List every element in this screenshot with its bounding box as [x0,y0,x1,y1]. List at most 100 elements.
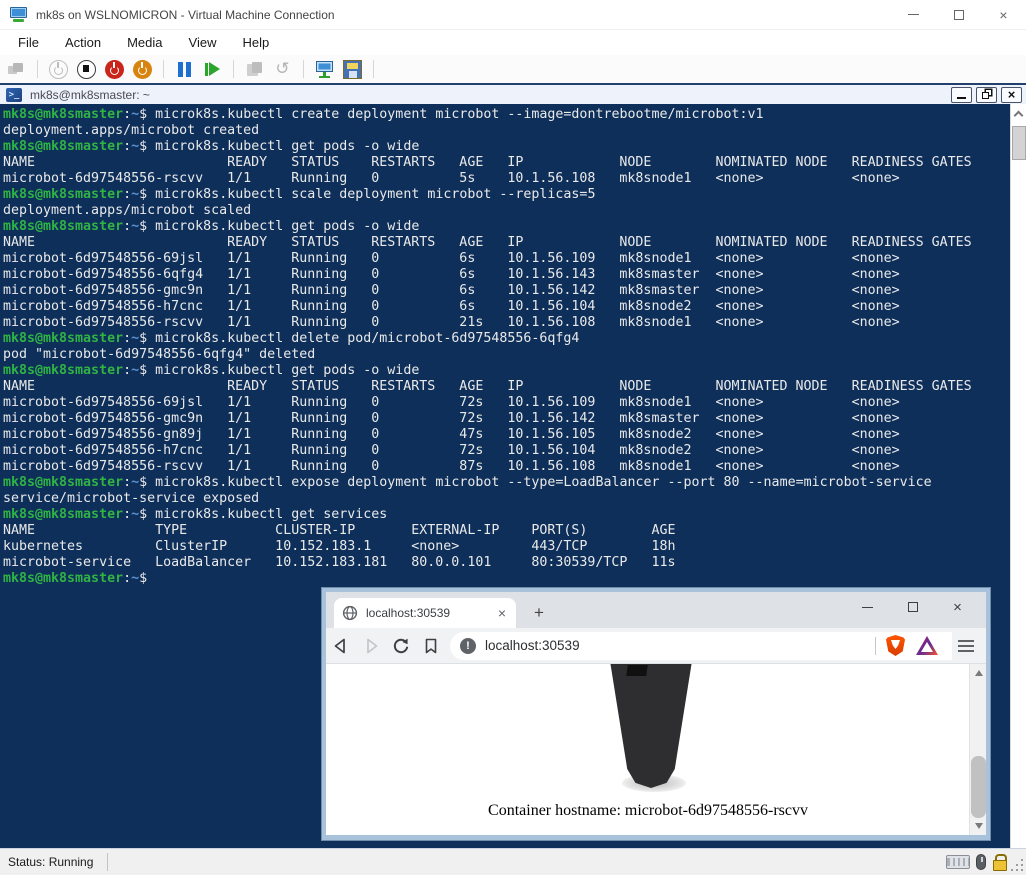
share-icon[interactable] [343,60,362,79]
reset-icon[interactable] [203,60,222,79]
status-text: Status: Running [8,855,93,869]
page-scrollbar-thumb[interactable] [971,756,986,818]
window-title: mk8s on WSLNOMICRON - Virtual Machine Co… [36,8,335,22]
terminal-restore-button[interactable] [976,87,997,103]
browser-page: Container hostname: microbot-6d97548556-… [326,664,986,835]
maximize-icon [954,10,964,20]
revert-checkpoint-icon[interactable]: ↺ [273,60,292,79]
close-icon: × [999,8,1007,22]
scroll-down-icon[interactable] [975,823,983,829]
terminal-line-output: microbot-6d97548556-h7cnc 1/1 Running 0 … [3,299,1008,315]
save-state-icon[interactable] [133,60,152,79]
pause-icon[interactable] [175,60,194,79]
window-close-button[interactable]: × [981,0,1026,29]
terminal-line-output: microbot-6d97548556-h7cnc 1/1 Running 0 … [3,443,1008,459]
vm-window-titlebar: mk8s on WSLNOMICRON - Virtual Machine Co… [0,0,1026,30]
start-vm-icon[interactable] [49,60,68,79]
vm-statusbar: Status: Running [0,848,1026,875]
terminal-line-output: microbot-6d97548556-rscvv 1/1 Running 0 … [3,171,1008,187]
bookmark-button[interactable] [416,637,446,655]
terminal-window-title: mk8s@mk8smaster: ~ [30,88,150,102]
terminal-line-output: microbot-6d97548556-69jsl 1/1 Running 0 … [3,395,1008,411]
minimize-icon [862,607,873,608]
terminal-line-command: mk8s@mk8smaster:~$ microk8s.kubectl crea… [3,107,1008,123]
address-divider [875,637,876,655]
terminal-line-output: kubernetes ClusterIP 10.152.183.1 <none>… [3,539,1008,555]
back-button[interactable] [326,636,356,656]
toolbar-separator [373,60,374,78]
bookmark-icon [422,637,440,655]
minimize-icon [908,14,919,15]
menu-action[interactable]: Action [52,32,114,53]
terminal-line-output: NAME READY STATUS RESTARTS AGE IP NODE N… [3,155,1008,171]
shut-down-icon[interactable] [105,60,124,79]
enhanced-session-icon[interactable] [315,60,334,79]
terminal-line-output: NAME TYPE CLUSTER-IP EXTERNAL-IP PORT(S)… [3,523,1008,539]
terminal-line-command: mk8s@mk8smaster:~$ microk8s.kubectl get … [3,363,1008,379]
terminal-line-output: deployment.apps/microbot scaled [3,203,1008,219]
terminal-app-icon: >_ [6,88,22,102]
checkpoint-icon[interactable] [245,60,264,79]
terminal-line-output: NAME READY STATUS RESTARTS AGE IP NODE N… [3,379,1008,395]
terminal-minimize-button[interactable] [951,87,972,103]
menu-file[interactable]: File [5,32,52,53]
lock-icon [992,854,1006,870]
terminal-line-command: mk8s@mk8smaster:~$ microk8s.kubectl get … [3,219,1008,235]
terminal-line-output: NAME READY STATUS RESTARTS AGE IP NODE N… [3,235,1008,251]
terminal-line-output: microbot-service LoadBalancer 10.152.183… [3,555,1008,571]
turn-off-icon[interactable] [77,60,96,79]
terminal-scrollbar-thumb[interactable] [1012,126,1026,160]
terminal-line-output: microbot-6d97548556-rscvv 1/1 Running 0 … [3,459,1008,475]
terminal-output: mk8s@mk8smaster:~$ microk8s.kubectl crea… [3,107,1008,587]
reload-button[interactable] [386,636,416,656]
terminal-close-button[interactable]: × [1001,87,1022,103]
resize-grip[interactable] [1021,869,1023,871]
brave-shield-icon[interactable] [886,635,905,656]
minimize-icon [957,97,966,99]
menu-media[interactable]: Media [114,32,175,53]
status-divider [107,853,108,871]
keyboard-icon [946,855,970,869]
ctrl-alt-del-icon[interactable] [7,60,26,79]
scroll-up-icon[interactable] [975,670,983,676]
window-maximize-button[interactable] [936,0,981,29]
tab-close-button[interactable]: × [496,605,508,621]
scroll-up-icon[interactable] [1014,111,1024,121]
container-hostname-caption: Container hostname: microbot-6d97548556-… [326,802,970,820]
vm-menubar: File Action Media View Help [0,30,1026,55]
restore-icon [982,92,989,99]
terminal-line-output: microbot-6d97548556-gmc9n 1/1 Running 0 … [3,411,1008,427]
terminal-line-output: microbot-6d97548556-gn89j 1/1 Running 0 … [3,427,1008,443]
address-url[interactable]: localhost:30539 [485,638,875,653]
toolbar-separator [163,60,164,78]
terminal-line-command: mk8s@mk8smaster:~$ microk8s.kubectl scal… [3,187,1008,203]
browser-minimize-button[interactable] [845,592,890,622]
terminal-line-command: mk8s@mk8smaster:~$ microk8s.kubectl expo… [3,475,1008,491]
terminal-line-output: microbot-6d97548556-gmc9n 1/1 Running 0 … [3,283,1008,299]
brave-rewards-icon[interactable] [916,636,938,655]
terminal-line-command: mk8s@mk8smaster:~$ microk8s.kubectl get … [3,507,1008,523]
browser-tab[interactable]: localhost:30539 × [334,598,516,628]
browser-close-button[interactable]: × [935,592,980,622]
window-minimize-button[interactable] [891,0,936,29]
menu-view[interactable]: View [176,32,230,53]
terminal-line-output: microbot-6d97548556-6qfg4 1/1 Running 0 … [3,267,1008,283]
terminal-line-output: pod "microbot-6d97548556-6qfg4" deleted [3,347,1008,363]
terminal-window-titlebar[interactable]: >_ mk8s@mk8smaster: ~ × [0,83,1026,104]
site-info-icon[interactable]: ! [460,638,476,654]
browser-maximize-button[interactable] [890,592,935,622]
mouse-icon [976,854,986,870]
forward-button[interactable] [356,636,386,656]
terminal-line-output: microbot-6d97548556-rscvv 1/1 Running 0 … [3,315,1008,331]
globe-icon [342,605,358,621]
terminal-scrollbar[interactable] [1010,104,1026,848]
menu-help[interactable]: Help [229,32,282,53]
vm-connection-icon [10,7,27,22]
browser-window: localhost:30539 × + × [322,588,990,840]
browser-menu-icon[interactable] [958,640,974,652]
address-bar[interactable]: ! localhost:30539 [450,632,952,660]
browser-tabstrip: localhost:30539 × + × [326,592,986,628]
page-scrollbar[interactable] [969,664,986,835]
terminal-line-command: mk8s@mk8smaster:~$ microk8s.kubectl get … [3,139,1008,155]
new-tab-button[interactable]: + [528,603,550,623]
